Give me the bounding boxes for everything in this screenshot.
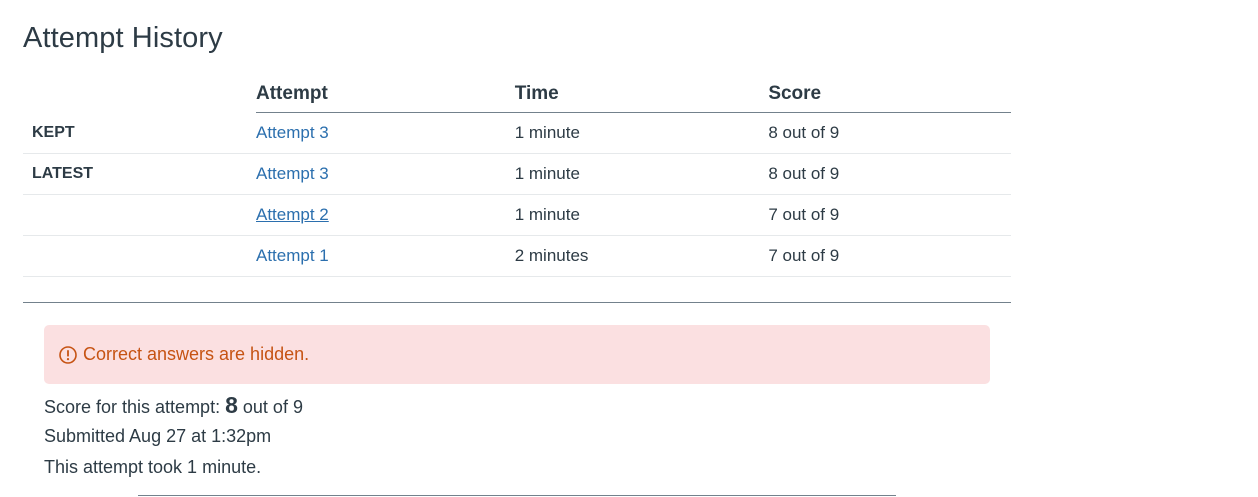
- attempt-score: 7 out of 9: [768, 235, 1011, 277]
- attempt-score: 8 out of 9: [768, 153, 1011, 195]
- table-row: LATEST Attempt 3 1 minute 8 out of 9: [23, 153, 1011, 195]
- correct-answers-hidden-alert: Correct answers are hidden.: [44, 325, 990, 384]
- column-header-time: Time: [514, 78, 769, 113]
- attempt-time: 1 minute: [514, 153, 769, 195]
- attempt-time: 1 minute: [514, 194, 769, 236]
- attempt-history-table: Attempt Time Score KEPT Attempt 3 1 minu…: [23, 78, 1011, 277]
- attempt-link[interactable]: Attempt 1: [256, 246, 329, 265]
- row-label: [23, 194, 256, 236]
- score-prefix: Score for this attempt:: [44, 397, 221, 417]
- submitted-timestamp: Submitted Aug 27 at 1:32pm: [44, 426, 272, 446]
- column-header-label: [23, 78, 256, 113]
- score-line: Score for this attempt: 8 out of 9: [44, 390, 303, 421]
- attempt-summary: Score for this attempt: 8 out of 9 Submi…: [44, 390, 303, 483]
- score-suffix: out of 9: [242, 397, 303, 417]
- score-value: 8: [225, 392, 238, 418]
- page-title: Attempt History: [23, 22, 223, 54]
- attempt-time: 2 minutes: [514, 235, 769, 277]
- row-label-latest: LATEST: [23, 153, 256, 195]
- bottom-divider: [138, 495, 896, 496]
- attempt-duration: This attempt took 1 minute.: [44, 457, 262, 477]
- table-row: Attempt 1 2 minutes 7 out of 9: [23, 235, 1011, 277]
- column-header-score: Score: [768, 78, 1011, 113]
- table-row: Attempt 2 1 minute 7 out of 9: [23, 194, 1011, 236]
- attempt-link[interactable]: Attempt 2: [256, 205, 329, 224]
- attempt-link[interactable]: Attempt 3: [256, 164, 329, 183]
- row-label-kept: KEPT: [23, 112, 256, 154]
- table-header-row: Attempt Time Score: [23, 78, 1011, 113]
- attempt-score: 7 out of 9: [768, 194, 1011, 236]
- column-header-attempt: Attempt: [256, 78, 515, 113]
- warning-circle-icon: [59, 345, 77, 364]
- attempt-time: 1 minute: [514, 112, 769, 154]
- section-divider: [23, 302, 1011, 303]
- attempt-link[interactable]: Attempt 3: [256, 123, 329, 142]
- attempt-score: 8 out of 9: [768, 112, 1011, 154]
- table-row: KEPT Attempt 3 1 minute 8 out of 9: [23, 112, 1011, 154]
- alert-text: Correct answers are hidden.: [83, 344, 310, 364]
- row-label: [23, 235, 256, 277]
